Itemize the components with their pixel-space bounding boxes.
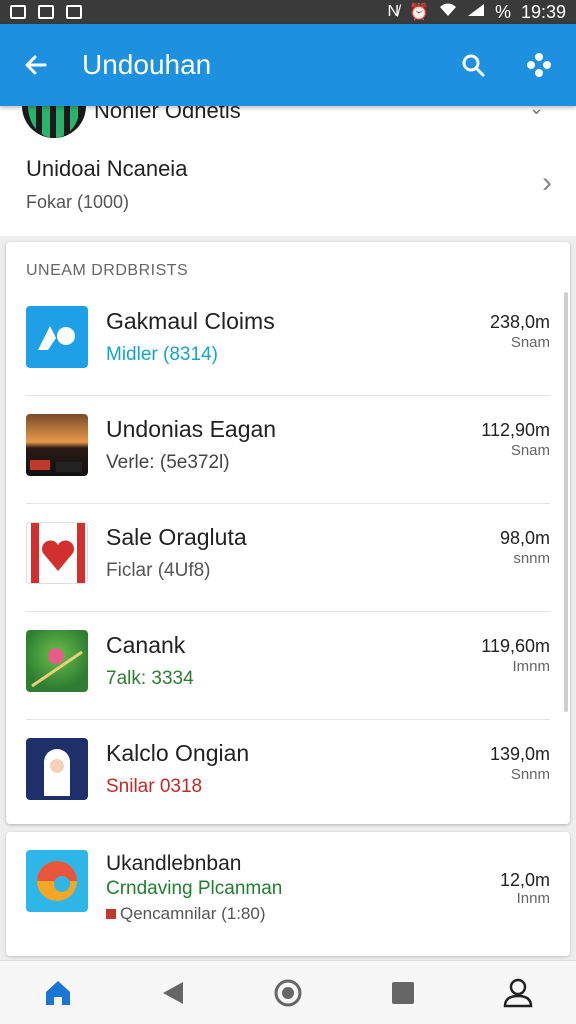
chevron-right-icon: › (542, 166, 552, 199)
app-subtitle: Snilar 0318 (106, 776, 203, 797)
partial-list-item[interactable]: Nonier Odnetis ⌄ (22, 106, 554, 140)
badge-icon (106, 909, 116, 919)
profile-icon[interactable] (488, 968, 548, 1018)
app-meta: Qencamnilar (1:80) (106, 904, 266, 924)
app-developer: Crndaving Plcanman (106, 878, 283, 899)
app-subtitle: Ficlar (4Uf8) (106, 560, 211, 581)
alarm-icon: ⏰ (409, 4, 429, 21)
back-triangle-icon[interactable] (143, 968, 203, 1018)
square-icon[interactable] (373, 968, 433, 1018)
app-name: Ukandlebnban (106, 852, 242, 875)
apps-icon[interactable] (524, 50, 554, 80)
app-size-unit: Snam (510, 442, 550, 459)
list-item[interactable]: Canank 7alk: 3334 119,60m Imnm (6, 612, 570, 720)
search-icon[interactable] (458, 50, 488, 80)
app-icon (26, 738, 88, 800)
list-item[interactable]: Gakmaul Cloims Midler (8314) 238,0m Snam (6, 288, 570, 396)
home-icon[interactable] (28, 968, 88, 1018)
app-size: 119,60m (481, 636, 550, 656)
signal-icon (467, 3, 485, 22)
list-item[interactable]: Undonias Eagan Verle: (5e372l) 112,90m S… (6, 396, 570, 504)
status-bar: N̸ ⏰ % 19:39 (0, 0, 576, 24)
list-item[interactable]: Sale Oragluta Ficlar (4Uf8) 98,0m snnm (6, 504, 570, 612)
wifi-icon (439, 3, 457, 22)
battery-indicator: % (494, 1, 511, 22)
app-name: Sale Oragluta (106, 524, 247, 550)
app-name: Gakmaul Cloims (106, 308, 275, 334)
section-header: UNEAM DRDBRISTS (26, 262, 189, 279)
image-icon (10, 5, 26, 19)
app-size-unit: Innm (516, 890, 550, 907)
app-icon (26, 306, 88, 368)
app-logo-icon (22, 106, 86, 138)
clock: 19:39 (520, 1, 566, 22)
list-item[interactable]: Kalclo Ongian Snilar 0318 139,0m Snnm (6, 720, 570, 828)
partial-item-title: Nonier Odnetis (94, 106, 241, 123)
nav-row-title: Unidoai Ncaneia (26, 156, 188, 181)
app-subtitle: 7alk: 3334 (106, 668, 194, 689)
app-icon (26, 850, 88, 912)
bottom-nav (0, 960, 576, 1024)
sync-icon (38, 5, 54, 19)
app-size: 112,90m (481, 420, 550, 440)
app-name: Canank (106, 632, 186, 658)
featured-app-card[interactable]: Ukandlebnban Crndaving Plcanman Qencamni… (6, 832, 570, 956)
app-size-unit: snnm (513, 550, 550, 567)
app-meta-text: Qencamnilar (1:80) (120, 904, 266, 923)
chevron-down-icon[interactable]: ⌄ (529, 106, 544, 119)
nav-row-subtitle: Fokar (1000) (26, 192, 130, 212)
category-nav-row[interactable]: Unidoai Ncaneia Fokar (1000) › (0, 146, 576, 236)
back-arrow-icon[interactable] (0, 52, 72, 78)
top-card: Nonier Odnetis ⌄ Unidoai Ncaneia Fokar (… (0, 106, 576, 236)
app-name: Undonias Eagan (106, 416, 277, 442)
app-list-section: UNEAM DRDBRISTS Gakmaul Cloims Midler (8… (6, 242, 570, 824)
record-icon[interactable] (258, 968, 318, 1018)
app-size: 139,0m (489, 744, 550, 764)
app-subtitle: Verle: (5e372l) (106, 452, 230, 473)
nfc-icon: N̸ (387, 3, 400, 20)
app-size-unit: Snnm (510, 766, 550, 783)
app-size: 12,0m (499, 870, 550, 890)
app-bar: Undouhan (0, 24, 576, 106)
page-title: Undouhan (82, 49, 212, 80)
photo-icon (66, 5, 82, 19)
app-subtitle: Midler (8314) (106, 344, 218, 365)
app-size-unit: Imnm (512, 658, 551, 675)
app-icon (26, 522, 88, 584)
app-size-unit: Snam (510, 334, 550, 351)
app-size: 98,0m (499, 528, 550, 548)
app-icon (26, 414, 88, 476)
app-size: 238,0m (489, 312, 550, 332)
app-icon (26, 630, 88, 692)
app-name: Kalclo Ongian (106, 740, 250, 766)
scrollbar[interactable] (564, 292, 568, 712)
